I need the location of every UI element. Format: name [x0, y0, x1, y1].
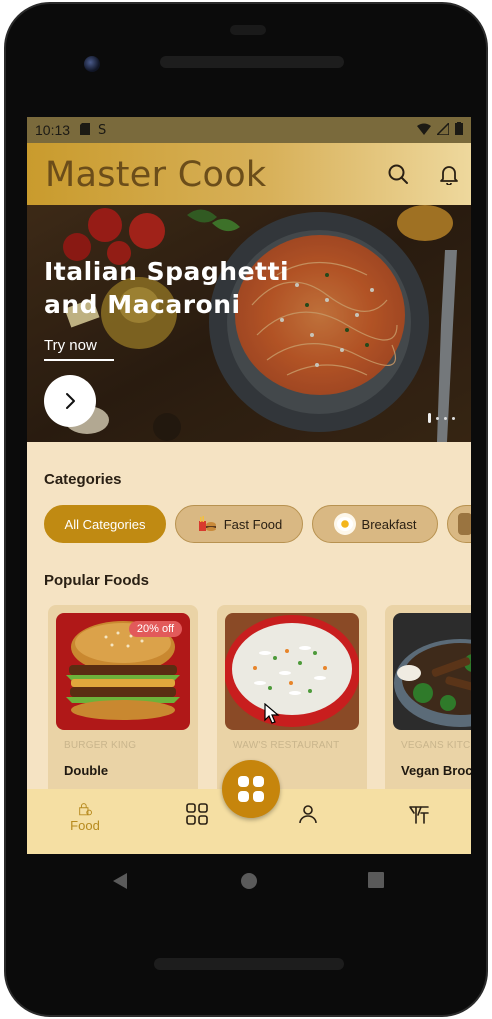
food-image-rice	[225, 613, 359, 730]
recents-icon[interactable]	[368, 872, 384, 893]
notification-bell-icon[interactable]	[434, 159, 464, 189]
status-right	[417, 121, 463, 138]
restaurant-name: VEGANS KITC	[401, 740, 471, 751]
battery-icon	[455, 122, 463, 138]
wifi-icon	[417, 122, 431, 138]
fast-food-icon	[196, 513, 218, 535]
status-bar: 10:13 S	[27, 117, 471, 143]
back-icon[interactable]	[112, 872, 128, 895]
category-chip-label: Breakfast	[361, 516, 417, 532]
category-chip-label: All Categories	[64, 516, 146, 532]
food-bag-icon	[79, 803, 92, 816]
signal-icon	[435, 121, 450, 138]
profile-icon	[299, 805, 317, 824]
discount-badge: 20% off	[128, 621, 182, 637]
food-image-vegan: 2	[393, 613, 471, 730]
top-notch	[230, 25, 266, 35]
chevron-right-icon	[66, 393, 75, 409]
category-chip-fast-food[interactable]: Fast Food	[175, 505, 303, 543]
bottom-speaker	[154, 958, 344, 970]
restaurant-name: BURGER KING	[64, 740, 137, 751]
popular-foods-heading: Popular Foods	[44, 572, 149, 589]
center-action-button[interactable]	[222, 760, 280, 818]
sd-card-icon	[80, 122, 91, 138]
nav-item-chef[interactable]	[399, 803, 439, 833]
status-time: 10:13	[35, 122, 71, 138]
food-name: Vegan Broco	[401, 763, 471, 778]
home-icon[interactable]	[240, 872, 258, 895]
sync-icon: S	[98, 122, 110, 139]
front-camera	[84, 56, 100, 72]
hero-next-button[interactable]	[44, 375, 96, 427]
grid-icon	[186, 803, 208, 825]
search-icon[interactable]	[383, 159, 413, 189]
try-now-link[interactable]: Try now	[44, 337, 114, 361]
food-image-burger: 20% off	[56, 613, 190, 730]
app-title: Master Cook	[45, 155, 267, 195]
phone-frame: 10:13 S Master Cook Italian Spaghetti an…	[4, 2, 488, 1017]
food-name: Double	[64, 763, 109, 778]
carousel-dot	[452, 416, 455, 420]
grid-icon	[238, 776, 264, 802]
category-chip-more[interactable]	[447, 505, 471, 543]
category-icon	[458, 513, 471, 535]
nav-item-food[interactable]: Food	[65, 803, 105, 833]
app-screen: 10:13 S Master Cook Italian Spaghetti an…	[27, 117, 471, 854]
carousel-dot	[436, 416, 439, 420]
mouse-cursor-icon	[264, 702, 280, 730]
category-chip-breakfast[interactable]: Breakfast	[312, 505, 438, 543]
system-navigation-bar	[6, 854, 486, 910]
app-header: Master Cook	[27, 143, 471, 205]
egg-icon	[333, 513, 356, 535]
categories-heading: Categories	[44, 471, 122, 488]
hero-banner[interactable]: Italian Spaghetti and Macaroni Try now	[27, 205, 471, 442]
food-card-burger[interactable]: 20% off BURGER KING Double	[48, 605, 198, 805]
nav-label-food: Food	[70, 818, 100, 833]
nav-item-profile[interactable]	[288, 803, 328, 833]
earpiece-speaker	[160, 56, 344, 68]
carousel-dot-active	[428, 413, 431, 423]
hero-title: Italian Spaghetti and Macaroni	[44, 257, 290, 319]
svg-text:S: S	[98, 123, 106, 136]
nav-item-grid[interactable]	[177, 803, 217, 833]
category-chip-all[interactable]: All Categories	[44, 505, 166, 543]
restaurant-name: WAW'S RESTAURANT	[233, 740, 340, 751]
chef-logo-icon	[409, 806, 429, 824]
food-card-vegan[interactable]: 2 VEGANS KITC Vegan Broco	[385, 605, 471, 805]
carousel-indicator	[428, 413, 455, 423]
category-chip-label: Fast Food	[223, 516, 283, 532]
carousel-dot	[444, 416, 447, 420]
